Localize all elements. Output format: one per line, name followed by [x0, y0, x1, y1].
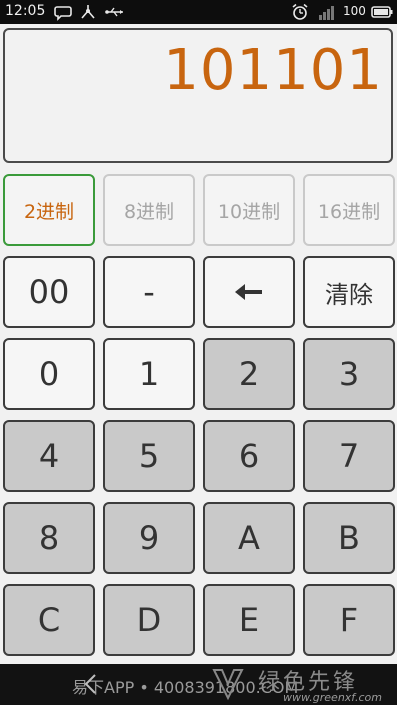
key-f[interactable]: F [303, 584, 395, 656]
usb-icon [105, 7, 123, 17]
base-16-button[interactable]: 16进制 [303, 174, 395, 246]
key-b[interactable]: B [303, 502, 395, 574]
key-5[interactable]: 5 [103, 420, 195, 492]
status-bar: 12:05 100 [0, 0, 397, 24]
key-d[interactable]: D [103, 584, 195, 656]
key-a[interactable]: A [203, 502, 295, 574]
watermark-logo-icon [212, 669, 244, 701]
key-minus[interactable]: - [103, 256, 195, 328]
signal-icon [319, 6, 334, 20]
base-8-button[interactable]: 8进制 [103, 174, 195, 246]
key-2[interactable]: 2 [203, 338, 295, 410]
key-e[interactable]: E [203, 584, 295, 656]
key-backspace[interactable] [203, 256, 295, 328]
watermark-url: www.greenxf.com [283, 691, 382, 704]
usb-share-icon [81, 5, 95, 19]
key-6[interactable]: 6 [203, 420, 295, 492]
base-10-button[interactable]: 10进制 [203, 174, 295, 246]
key-8[interactable]: 8 [3, 502, 95, 574]
base-2-button[interactable]: 2进制 [3, 174, 95, 246]
alarm-icon [292, 3, 308, 20]
key-double-zero[interactable]: 00 [3, 256, 95, 328]
backspace-arrow-icon [235, 284, 262, 300]
back-icon[interactable] [82, 673, 100, 695]
key-4[interactable]: 4 [3, 420, 95, 492]
key-7[interactable]: 7 [303, 420, 395, 492]
key-1[interactable]: 1 [103, 338, 195, 410]
key-c[interactable]: C [3, 584, 95, 656]
status-time: 12:05 [5, 3, 46, 19]
display-value: 101101 [163, 38, 383, 103]
battery-icon [371, 6, 393, 18]
battery-percent: 100 [343, 4, 366, 18]
result-display: 101101 [3, 28, 393, 163]
key-9[interactable]: 9 [103, 502, 195, 574]
key-clear[interactable]: 清除 [303, 256, 395, 328]
bottom-bar: 易下APP • 4008391800.COM 绿色先锋 www.greenxf.… [0, 664, 397, 705]
key-3[interactable]: 3 [303, 338, 395, 410]
key-0[interactable]: 0 [3, 338, 95, 410]
chat-icon [54, 6, 72, 21]
